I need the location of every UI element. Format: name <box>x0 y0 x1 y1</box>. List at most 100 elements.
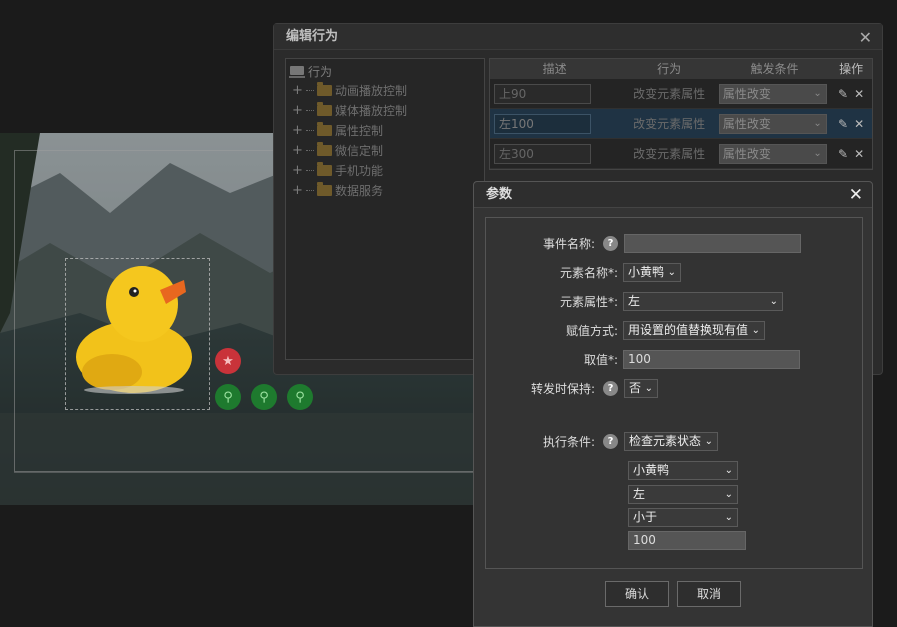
trigger-value: 属性改变 <box>722 146 771 161</box>
select-value: 小黄鸭 <box>633 462 670 477</box>
help-icon[interactable]: ? <box>603 235 618 251</box>
chevron-down-icon: ⌄ <box>724 464 733 476</box>
params-form: 事件名称: ? 元素名称*: 小黄鸭 ⌄ 元素属性*: 左 ⌄ 赋值方式: 用设置的… <box>485 217 863 569</box>
chevron-down-icon: ⌄ <box>813 117 822 129</box>
delete-icon[interactable]: ✕ <box>854 147 864 161</box>
condition-attr-row: 左 ⌄ <box>628 484 738 504</box>
tree-item[interactable]: + 微信定制 <box>292 142 383 159</box>
chevron-down-icon: ⌄ <box>813 87 822 99</box>
expand-icon[interactable]: + <box>292 123 306 138</box>
event-name-row: 事件名称: ? <box>486 233 801 253</box>
trigger-select[interactable]: 属性改变 ⌄ <box>718 143 827 164</box>
element-name-select[interactable]: 小黄鸭 ⌄ <box>623 262 682 282</box>
computer-icon <box>289 65 305 78</box>
column-header: 行为 <box>657 62 682 76</box>
tree-item-label: 媒体播放控制 <box>335 104 408 118</box>
edit-icon[interactable]: ✎ <box>838 87 848 101</box>
element-attr-select[interactable]: 左 ⌄ <box>623 291 783 311</box>
expand-icon[interactable]: + <box>292 183 306 198</box>
tree-item-label: 数据服务 <box>335 184 384 198</box>
edit-icon[interactable]: ✎ <box>838 147 848 161</box>
help-icon[interactable]: ? <box>603 380 618 396</box>
wrench-icon[interactable]: ⚲ <box>251 384 277 410</box>
table-row[interactable]: 上90 改变元素属性 属性改变 ⌄ ✎ ✕ <box>490 79 872 109</box>
tree-item-label: 属性控制 <box>335 124 384 138</box>
dialog-title: 编辑行为 <box>274 24 882 50</box>
tree-item[interactable]: + 数据服务 <box>292 182 383 199</box>
value-input[interactable]: 100 <box>623 349 800 369</box>
folder-icon <box>317 122 332 136</box>
chevron-down-icon: ⌄ <box>704 435 714 447</box>
condition-attr-select[interactable]: 左 ⌄ <box>628 484 738 504</box>
action-cell: 改变元素属性 <box>633 87 706 101</box>
condition-value-row: 100 <box>628 530 746 550</box>
description-input[interactable]: 左100 <box>494 113 591 134</box>
assign-mode-row: 赋值方式: 用设置的值替换现有值 ⌄ <box>486 320 766 340</box>
element-attr-label: 元素属性*: <box>559 294 618 309</box>
wrench-icon[interactable]: ⚲ <box>287 384 313 410</box>
value-label: 取值*: <box>583 352 618 367</box>
tree-item[interactable]: + 动画播放控制 <box>292 82 407 99</box>
assign-mode-select[interactable]: 用设置的值替换现有值 ⌄ <box>623 320 766 340</box>
tree-item-label: 动画播放控制 <box>335 84 408 98</box>
description-input[interactable]: 左300 <box>494 143 591 164</box>
folder-icon <box>317 102 332 116</box>
keep-on-forward-label: 转发时保持: <box>530 381 595 396</box>
expand-icon[interactable]: + <box>292 103 306 118</box>
description-input[interactable]: 上90 <box>494 83 591 104</box>
select-value: 用设置的值替换现有值 <box>628 322 749 337</box>
chevron-down-icon: ⌄ <box>724 511 733 523</box>
event-name-input[interactable] <box>624 233 801 253</box>
select-value: 否 <box>629 380 642 395</box>
condition-op-row: 小于 ⌄ <box>628 507 738 527</box>
folder-icon <box>317 162 332 176</box>
stage-guide-line <box>14 472 480 473</box>
dialog-title: 参数 <box>474 182 872 208</box>
behavior-tree: 行为 + 动画播放控制 + 媒体播放控制 + 属性控制 + 微信定制 + 手机功… <box>285 58 485 360</box>
exec-condition-row: 执行条件: ? 检查元素状态 ⌄ <box>486 431 719 451</box>
keep-on-forward-row: 转发时保持: ? 否 ⌄ <box>486 378 659 398</box>
table-header: 描述 行为 触发条件 操作 <box>490 59 872 79</box>
tree-item[interactable]: + 媒体播放控制 <box>292 102 407 119</box>
tree-item[interactable]: + 属性控制 <box>292 122 383 139</box>
editor-stage: ★ ⚲ ⚲ ⚲ 编辑行为 ✕ 行为 + 动画播放控制 + 媒体播放控制 + 属性… <box>0 0 897 627</box>
expand-icon[interactable]: + <box>292 163 306 178</box>
expand-icon[interactable]: + <box>292 143 306 158</box>
expand-icon[interactable]: + <box>292 83 306 98</box>
select-value: 左 <box>633 486 646 501</box>
condition-value-input[interactable]: 100 <box>628 530 746 550</box>
exec-condition-select[interactable]: 检查元素状态 ⌄ <box>624 431 719 451</box>
element-attr-row: 元素属性*: 左 ⌄ <box>486 291 783 311</box>
edit-icon[interactable]: ✎ <box>838 117 848 131</box>
confirm-button[interactable]: 确认 <box>605 581 669 607</box>
trigger-value: 属性改变 <box>722 116 771 131</box>
folder-icon <box>317 82 332 96</box>
chevron-down-icon: ⌄ <box>813 147 822 159</box>
assign-mode-label: 赋值方式: <box>565 323 618 338</box>
tree-item[interactable]: + 手机功能 <box>292 162 383 179</box>
delete-icon[interactable]: ✕ <box>854 87 864 101</box>
behavior-table: 描述 行为 触发条件 操作 上90 改变元素属性 属性改变 ⌄ ✎ ✕ 左100 改… <box>489 58 873 170</box>
close-icon[interactable]: ✕ <box>859 28 872 47</box>
condition-element-row: 小黄鸭 ⌄ <box>628 460 738 480</box>
selection-box[interactable] <box>65 258 210 410</box>
trigger-select[interactable]: 属性改变 ⌄ <box>718 113 827 134</box>
folder-icon <box>317 182 332 196</box>
element-name-label: 元素名称*: <box>559 265 618 280</box>
tree-root[interactable]: 行为 <box>289 63 332 80</box>
trigger-select[interactable]: 属性改变 ⌄ <box>718 83 827 104</box>
column-header: 触发条件 <box>750 62 799 76</box>
event-name-label: 事件名称: <box>542 236 595 251</box>
table-row[interactable]: 左300 改变元素属性 属性改变 ⌄ ✎ ✕ <box>490 139 872 169</box>
wrench-icon[interactable]: ⚲ <box>215 384 241 410</box>
delete-element-icon[interactable]: ★ <box>215 348 241 374</box>
condition-element-select[interactable]: 小黄鸭 ⌄ <box>628 460 738 480</box>
keep-on-forward-select[interactable]: 否 ⌄ <box>624 378 659 398</box>
delete-icon[interactable]: ✕ <box>854 117 864 131</box>
chevron-down-icon: ⌄ <box>769 295 778 307</box>
table-row[interactable]: 左100 改变元素属性 属性改变 ⌄ ✎ ✕ <box>490 109 872 139</box>
close-icon[interactable]: ✕ <box>849 185 863 205</box>
help-icon[interactable]: ? <box>603 433 618 449</box>
condition-op-select[interactable]: 小于 ⌄ <box>628 507 738 527</box>
cancel-button[interactable]: 取消 <box>677 581 741 607</box>
